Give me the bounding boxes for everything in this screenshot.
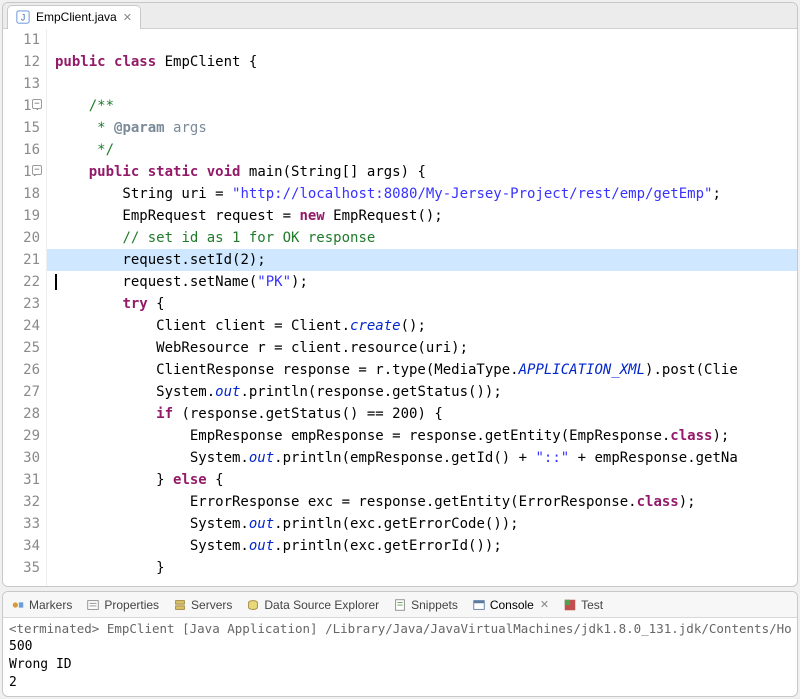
line-number: 18 xyxy=(3,183,40,205)
line-number: 32 xyxy=(3,491,40,513)
bottom-view-tabs: Markers Properties Servers Data Source Expl… xyxy=(3,592,797,618)
close-icon[interactable]: ✕ xyxy=(123,11,132,24)
code-line[interactable]: ErrorResponse exc = response.getEntity(E… xyxy=(55,491,797,513)
line-number: 34 xyxy=(3,535,40,557)
code-line[interactable]: try { xyxy=(55,293,797,315)
snippets-icon xyxy=(393,598,407,612)
line-number: 27 xyxy=(3,381,40,403)
line-number: 23 xyxy=(3,293,40,315)
fold-toggle-icon[interactable]: − xyxy=(32,99,42,109)
console-line: 2 xyxy=(9,674,791,692)
code-line[interactable]: EmpResponse empResponse = response.getEn… xyxy=(55,425,797,447)
code-line[interactable]: * @param args xyxy=(55,117,797,139)
line-number: 20 xyxy=(3,227,40,249)
java-file-icon: J xyxy=(16,10,30,24)
editor-pane: J EmpClient.java ✕ 11121314−151617−18192… xyxy=(2,2,798,587)
servers-icon xyxy=(173,598,187,612)
line-number: 30 xyxy=(3,447,40,469)
console-icon xyxy=(472,598,486,612)
line-number: 33 xyxy=(3,513,40,535)
view-tab-label: Data Source Explorer xyxy=(264,598,379,612)
line-number-gutter: 11121314−151617−181920212223242526272829… xyxy=(3,29,47,586)
code-line[interactable]: ClientResponse response = r.type(MediaTy… xyxy=(55,359,797,381)
code-line[interactable]: WebResource r = client.resource(uri); xyxy=(55,337,797,359)
view-tab-test[interactable]: Test xyxy=(561,598,605,612)
line-number: 15 xyxy=(3,117,40,139)
code-line[interactable]: public static void main(String[] args) { xyxy=(55,161,797,183)
console-output: 500Wrong ID2 xyxy=(9,638,791,692)
line-number: 13 xyxy=(3,73,40,95)
code-line[interactable]: // set id as 1 for OK response xyxy=(55,227,797,249)
bottom-views-pane: Markers Properties Servers Data Source Expl… xyxy=(2,591,798,697)
fold-toggle-icon[interactable]: − xyxy=(32,165,42,175)
console-process-header: <terminated> EmpClient [Java Application… xyxy=(9,620,791,638)
line-number: 25 xyxy=(3,337,40,359)
view-tab-label: Markers xyxy=(29,598,72,612)
code-area[interactable]: 11121314−151617−181920212223242526272829… xyxy=(3,29,797,586)
view-tab-label: Console xyxy=(490,598,534,612)
line-number: 26 xyxy=(3,359,40,381)
line-number: 19 xyxy=(3,205,40,227)
console-line: 500 xyxy=(9,638,791,656)
line-number: 28 xyxy=(3,403,40,425)
view-tab-label: Servers xyxy=(191,598,232,612)
line-number: 24 xyxy=(3,315,40,337)
line-number: 31 xyxy=(3,469,40,491)
code-line[interactable]: request.setId(2); xyxy=(47,249,797,271)
code-line[interactable]: EmpRequest request = new EmpRequest(); xyxy=(55,205,797,227)
view-tab-console[interactable]: Console ✕ xyxy=(470,598,551,612)
view-tab-label: Properties xyxy=(104,598,159,612)
view-tab-snippets[interactable]: Snippets xyxy=(391,598,460,612)
code-line[interactable]: if (response.getStatus() == 200) { xyxy=(55,403,797,425)
view-tab-data-source-explorer[interactable]: Data Source Explorer xyxy=(244,598,381,612)
code-line[interactable]: /** xyxy=(55,95,797,117)
editor-tab-bar: J EmpClient.java ✕ xyxy=(3,3,797,29)
code-line[interactable]: */ xyxy=(55,139,797,161)
editor-tab-empclient[interactable]: J EmpClient.java ✕ xyxy=(7,5,141,29)
line-number: 29 xyxy=(3,425,40,447)
view-tab-label: Test xyxy=(581,598,603,612)
code-line[interactable]: String uri = "http://localhost:8080/My-J… xyxy=(55,183,797,205)
line-number: 16 xyxy=(3,139,40,161)
line-number: 17− xyxy=(3,161,40,183)
code-line[interactable]: System.out.println(exc.getErrorId()); xyxy=(55,535,797,557)
line-number: 21 xyxy=(3,249,40,271)
code-line[interactable]: System.out.println(response.getStatus())… xyxy=(55,381,797,403)
code-line[interactable] xyxy=(55,73,797,95)
code-line[interactable]: Client client = Client.create(); xyxy=(55,315,797,337)
console-view[interactable]: <terminated> EmpClient [Java Application… xyxy=(3,618,797,694)
code-line[interactable]: public class EmpClient { xyxy=(55,51,797,73)
close-icon[interactable]: ✕ xyxy=(540,598,549,611)
editor-tab-label: EmpClient.java xyxy=(36,10,117,24)
code-line[interactable]: request.setName("PK"); xyxy=(55,271,797,293)
line-number: 22 xyxy=(3,271,40,293)
view-tab-properties[interactable]: Properties xyxy=(84,598,161,612)
code-line[interactable]: } else { xyxy=(55,469,797,491)
line-number: 14− xyxy=(3,95,40,117)
line-number: 11 xyxy=(3,29,40,51)
properties-icon xyxy=(86,598,100,612)
console-line: Wrong ID xyxy=(9,656,791,674)
code-line[interactable] xyxy=(55,29,797,51)
line-number: 35 xyxy=(3,557,40,579)
view-tab-label: Snippets xyxy=(411,598,458,612)
view-tab-markers[interactable]: Markers xyxy=(9,598,74,612)
code-line[interactable]: System.out.println(empResponse.getId() +… xyxy=(55,447,797,469)
code-line[interactable]: System.out.println(exc.getErrorCode()); xyxy=(55,513,797,535)
junit-icon xyxy=(563,598,577,612)
markers-icon xyxy=(11,598,25,612)
datasource-icon xyxy=(246,598,260,612)
code-content[interactable]: public class EmpClient { /** * @param ar… xyxy=(47,29,797,586)
svg-text:J: J xyxy=(21,13,25,23)
code-line[interactable]: } xyxy=(55,557,797,579)
view-tab-servers[interactable]: Servers xyxy=(171,598,234,612)
line-number: 12 xyxy=(3,51,40,73)
